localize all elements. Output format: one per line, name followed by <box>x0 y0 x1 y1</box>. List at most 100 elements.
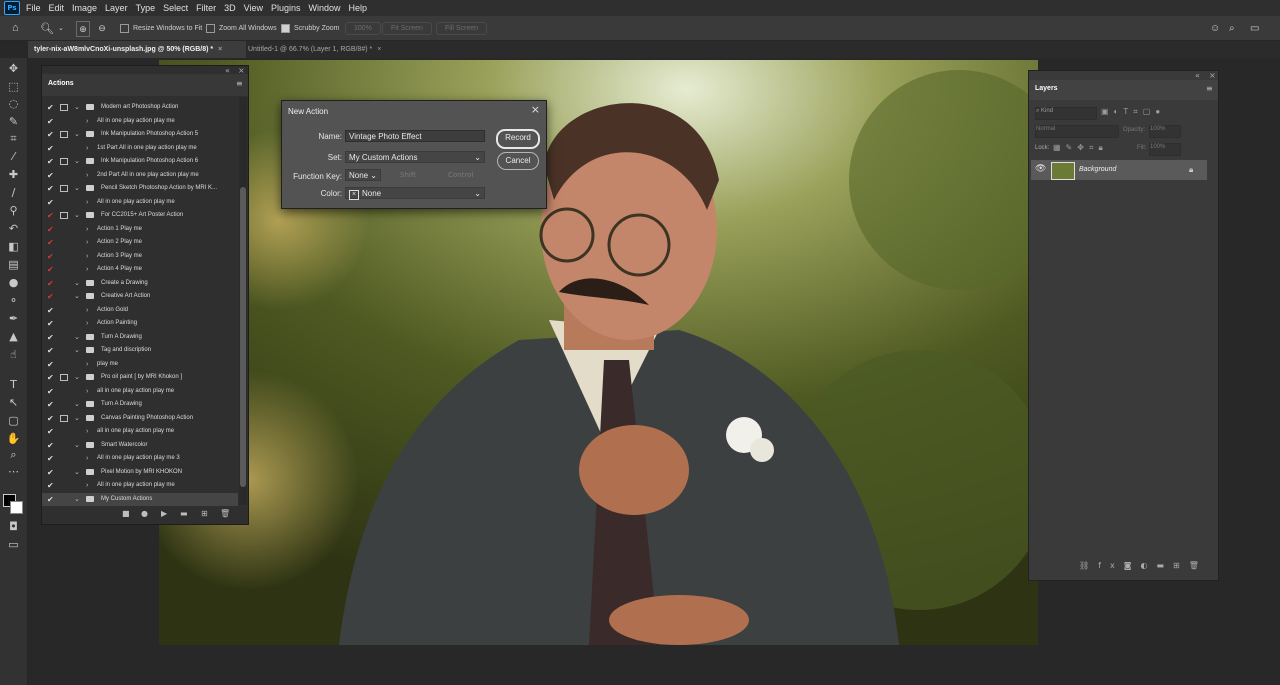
action-set-row[interactable]: ✔ ⌄ My Custom Actions <box>42 492 238 506</box>
chevron-down-icon[interactable]: ⌄ <box>74 399 80 410</box>
photoshop-logo-icon[interactable]: Ps <box>4 1 20 15</box>
marquee-tool-icon[interactable]: ⬚ <box>6 80 21 93</box>
chevron-right-icon[interactable]: › <box>86 224 88 235</box>
chevron-right-icon[interactable]: › <box>86 359 88 370</box>
new-action-icon[interactable]: ⊞ <box>201 509 208 518</box>
chevron-down-icon[interactable]: ⌄ <box>74 332 80 343</box>
toggle-item-checkmark-icon[interactable]: ✔ <box>47 183 54 194</box>
chevron-down-icon[interactable]: ⌄ <box>74 156 80 167</box>
gradient-tool-icon[interactable]: ▤ <box>6 258 21 271</box>
hundred-percent-button[interactable]: 100% <box>345 21 381 35</box>
toggle-item-checkmark-icon[interactable]: ✔ <box>47 386 54 397</box>
menu-help[interactable]: Help <box>349 3 368 13</box>
actions-panel-title[interactable]: Actions <box>48 80 74 87</box>
chevron-down-icon[interactable]: ⌄ <box>58 21 64 35</box>
move-tool-icon[interactable]: ✥ <box>6 62 21 75</box>
fill-screen-button[interactable]: Fill Screen <box>436 21 488 35</box>
action-set-row[interactable]: ✔ ⌄ Pixel Motion by MRI KHOKON <box>42 466 238 479</box>
type-tool-icon[interactable]: T <box>6 378 21 391</box>
crop-tool-icon[interactable]: ⌗ <box>6 132 21 145</box>
action-set-row[interactable]: ✔ ⌄ For CC2015+ Art Poster Action <box>42 209 238 222</box>
action-row[interactable]: ✔ › Action 1 Play me <box>42 223 238 236</box>
healing-tool-icon[interactable]: ✚ <box>6 168 21 181</box>
lasso-tool-icon[interactable]: ◌ <box>6 97 21 110</box>
toggle-item-checkmark-icon[interactable]: ✔ <box>47 264 54 275</box>
action-set-row[interactable]: ✔ ⌄ Creative Art Action <box>42 290 238 303</box>
layer-filter-icons[interactable]: ▣◐T⌗▢● <box>1101 107 1165 117</box>
quick-select-tool-icon[interactable]: ✎ <box>6 115 21 128</box>
toggle-item-checkmark-icon[interactable]: ✔ <box>47 480 54 491</box>
resize-windows-checkbox[interactable]: Resize Windows to Fit <box>120 21 202 35</box>
chevron-right-icon[interactable]: › <box>86 251 88 262</box>
eyedropper-tool-icon[interactable]: ⁄ <box>6 150 21 163</box>
chevron-down-icon[interactable]: ⌄ <box>74 413 80 424</box>
toggle-item-checkmark-icon[interactable]: ✔ <box>47 494 54 505</box>
toggle-item-checkmark-icon[interactable]: ✔ <box>47 318 54 329</box>
hand-tool-icon[interactable]: ✋ <box>6 432 21 445</box>
new-set-icon[interactable]: ▬ <box>180 509 188 518</box>
menu-edit[interactable]: Edit <box>49 3 65 13</box>
chevron-down-icon[interactable]: ⌄ <box>74 210 80 221</box>
action-set-row[interactable]: ✔ ⌄ Ink Manipulation Photoshop Action 6 <box>42 155 238 168</box>
layer-row-background[interactable]: 👁︎ Background 🔒︎ <box>1031 160 1207 180</box>
menu-layer[interactable]: Layer <box>105 3 128 13</box>
action-row[interactable]: ✔ › all in one play action play me <box>42 425 238 438</box>
chevron-right-icon[interactable]: › <box>86 453 88 464</box>
close-icon[interactable]: × <box>218 46 222 53</box>
toggle-item-checkmark-icon[interactable]: ✔ <box>47 278 54 289</box>
toggle-item-checkmark-icon[interactable]: ✔ <box>47 413 54 424</box>
action-row[interactable]: ✔ › Action 3 Play me <box>42 250 238 263</box>
toggle-item-checkmark-icon[interactable]: ✔ <box>47 399 54 410</box>
chevron-right-icon[interactable]: › <box>86 170 88 181</box>
pen-tool-icon[interactable]: ✒ <box>6 312 21 325</box>
chevron-right-icon[interactable]: › <box>86 264 88 275</box>
action-name-input[interactable]: Vintage Photo Effect <box>345 130 485 142</box>
action-row[interactable]: ✔ › Action Painting <box>42 317 238 330</box>
menu-view[interactable]: View <box>244 3 263 13</box>
chevron-down-icon[interactable]: ⌄ <box>74 372 80 383</box>
blur-tool-icon[interactable]: ● <box>6 276 21 289</box>
toggle-dialog-icon[interactable] <box>60 185 68 192</box>
menu-filter[interactable]: Filter <box>196 3 216 13</box>
chevron-right-icon[interactable]: › <box>86 237 88 248</box>
quick-mask-icon[interactable]: ◘ <box>6 520 21 533</box>
fit-screen-button[interactable]: Fit Screen <box>382 21 432 35</box>
record-icon[interactable]: ● <box>141 509 148 518</box>
toggle-item-checkmark-icon[interactable]: ✔ <box>47 426 54 437</box>
eraser-tool-icon[interactable]: ◧ <box>6 240 21 253</box>
background-color-swatch[interactable] <box>10 501 23 514</box>
shape-tool-icon[interactable]: ▢ <box>6 414 21 427</box>
layer-name[interactable]: Background <box>1079 166 1116 173</box>
tab-tyler-nix[interactable]: tyler-nix-aW8mlvCnoXi-unsplash.jpg @ 50%… <box>28 41 246 58</box>
toggle-dialog-icon[interactable] <box>60 414 68 422</box>
search-icon[interactable]: ⌕ <box>1229 21 1235 35</box>
chevron-down-icon[interactable]: ⌄ <box>74 278 80 289</box>
cancel-button[interactable]: Cancel <box>497 152 539 170</box>
toggle-item-checkmark-icon[interactable]: ✔ <box>47 305 54 316</box>
toggle-item-checkmark-icon[interactable]: ✔ <box>47 116 54 127</box>
path-select-tool-icon[interactable]: ↖ <box>6 396 21 409</box>
menu-plugins[interactable]: Plugins <box>271 3 301 13</box>
play-icon[interactable]: ▶ <box>161 509 167 518</box>
toggle-item-checkmark-icon[interactable]: ✔ <box>47 156 54 167</box>
action-row[interactable]: ✔ › All in one play action play me <box>42 196 238 209</box>
toggle-item-checkmark-icon[interactable]: ✔ <box>47 332 54 343</box>
toggle-item-checkmark-icon[interactable]: ✔ <box>47 210 54 221</box>
screen-mode-icon[interactable]: ▭ <box>6 538 21 551</box>
action-row[interactable]: ✔ › Action Gold <box>42 304 238 317</box>
toggle-item-checkmark-icon[interactable]: ✔ <box>47 291 54 302</box>
toggle-dialog-icon[interactable] <box>60 131 68 138</box>
record-button[interactable]: Record <box>496 129 540 149</box>
action-set-row[interactable]: ✔ ⌄ Tag and discription <box>42 344 238 357</box>
toggle-item-checkmark-icon[interactable]: ✔ <box>47 224 54 235</box>
dodge-tool-icon[interactable]: ⚬ <box>6 294 21 307</box>
opacity-field[interactable]: 100% <box>1149 125 1181 138</box>
fill-field[interactable]: 100% <box>1149 143 1181 156</box>
action-set-row[interactable]: ✔ ⌄ Modern art Photoshop Action <box>42 101 238 114</box>
toggle-item-checkmark-icon[interactable]: ✔ <box>47 359 54 370</box>
layers-panel-title[interactable]: Layers <box>1035 85 1058 92</box>
chevron-down-icon[interactable]: ⌄ <box>74 494 80 505</box>
smudge-tool-icon[interactable]: ☝ <box>6 348 21 361</box>
action-row[interactable]: ✔ › All in one play action play me 3 <box>42 452 238 465</box>
menu-type[interactable]: Type <box>136 3 156 13</box>
